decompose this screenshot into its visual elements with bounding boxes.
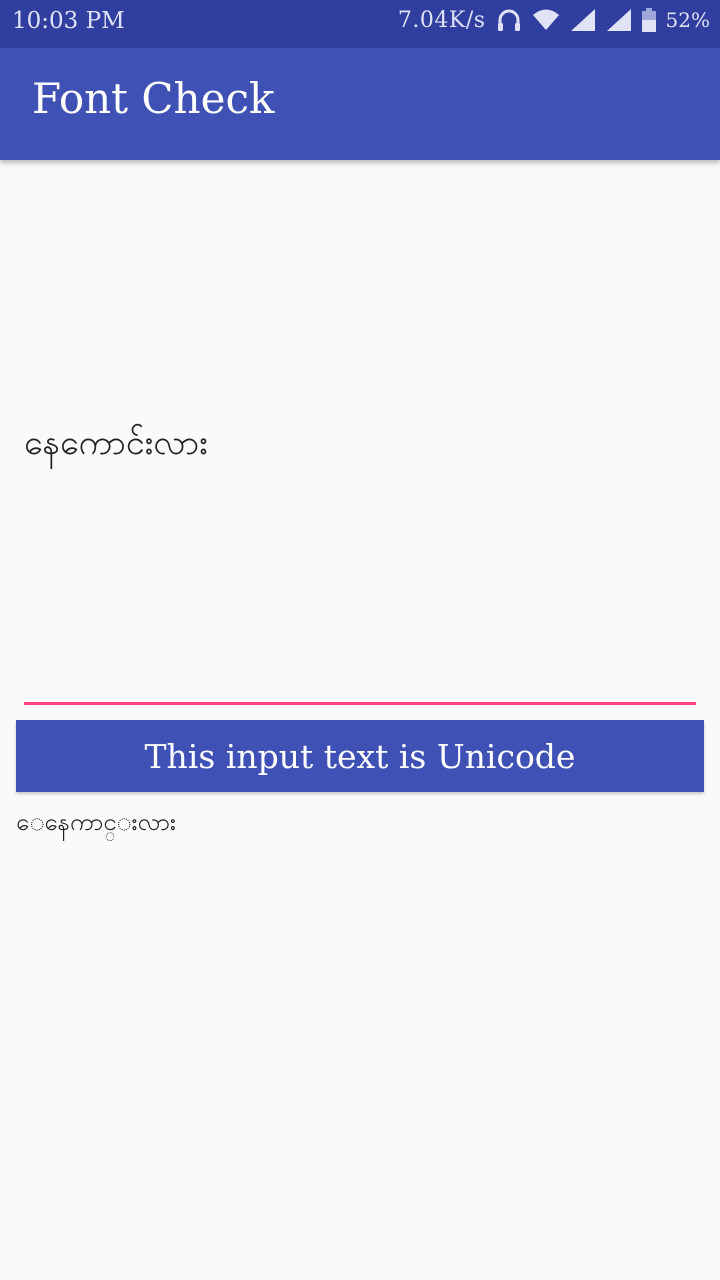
text-input-field[interactable] [24,702,696,705]
app-title: Font Check [32,74,275,123]
signal-icon [606,8,632,32]
battery-percent: 52% [665,8,710,32]
font-preview-text: နေကောင်းလား [24,423,208,463]
result-text: ေနေကာင္းလား [16,808,176,836]
wifi-icon [532,8,560,32]
network-speed: 7.04K/s [397,7,486,33]
status-bar: 10:03 PM 7.04K/s 52% [0,0,720,48]
signal-icon [570,8,596,32]
check-unicode-button[interactable]: This input text is Unicode [16,720,704,792]
status-icons: 7.04K/s 52% [398,7,710,33]
app-bar: Font Check [0,48,720,160]
headphones-icon [496,7,522,33]
battery-icon [641,8,656,32]
status-time: 10:03 PM [12,8,125,34]
